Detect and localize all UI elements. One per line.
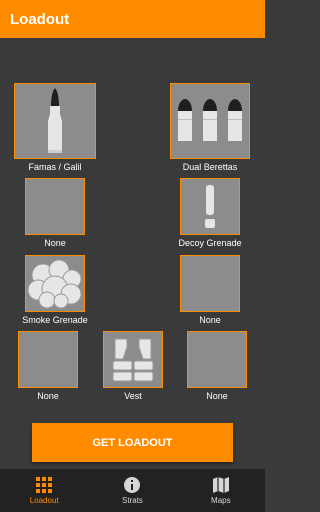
info-icon bbox=[124, 477, 141, 493]
slot-gear-1[interactable]: None bbox=[25, 178, 85, 248]
slot-gear-4[interactable]: None bbox=[180, 255, 240, 325]
slot-armor-label: Vest bbox=[124, 391, 142, 401]
slot-armor-box[interactable] bbox=[103, 331, 163, 388]
slot-gear-4-label: None bbox=[199, 315, 221, 325]
pistol-bullets-icon bbox=[178, 99, 242, 141]
slot-gear-6[interactable]: None bbox=[187, 331, 247, 401]
smoke-cloud-icon bbox=[27, 259, 82, 308]
slot-gear-3-box[interactable] bbox=[25, 255, 85, 312]
slot-gear-2-label: Decoy Grenade bbox=[178, 238, 242, 248]
nav-item-label: Strats bbox=[122, 496, 143, 505]
nav-item-strats[interactable]: Strats bbox=[88, 469, 176, 512]
slot-gear-5[interactable]: None bbox=[18, 331, 78, 401]
nav-item-maps[interactable]: Maps bbox=[177, 469, 265, 512]
slot-gear-3-label: Smoke Grenade bbox=[22, 315, 88, 325]
slot-gear-3[interactable]: Smoke Grenade bbox=[22, 255, 88, 325]
slot-secondary-box[interactable] bbox=[170, 83, 250, 159]
slot-primary-label: Famas / Galil bbox=[28, 162, 82, 172]
slot-gear-6-label: None bbox=[206, 391, 228, 401]
get-loadout-button[interactable]: GET LOADOUT bbox=[32, 423, 233, 462]
slot-gear-4-box[interactable] bbox=[180, 255, 240, 312]
decoy-grenade-icon bbox=[205, 184, 215, 228]
nav-item-label: Maps bbox=[211, 496, 231, 505]
nav-item-loadout[interactable]: Loadout bbox=[0, 469, 88, 512]
slot-gear-2-box[interactable] bbox=[180, 178, 240, 235]
slot-secondary-label: Dual Berettas bbox=[182, 162, 238, 172]
page-title: Loadout bbox=[10, 10, 70, 28]
slot-gear-1-label: None bbox=[44, 238, 66, 248]
vest-icon bbox=[112, 338, 154, 381]
slot-gear-5-box[interactable] bbox=[18, 331, 78, 388]
slot-gear-6-box[interactable] bbox=[187, 331, 247, 388]
slot-gear-1-box[interactable] bbox=[25, 178, 85, 235]
slot-secondary[interactable]: Dual Berettas bbox=[170, 83, 250, 172]
slot-primary[interactable]: Famas / Galil bbox=[14, 83, 96, 172]
grid-icon bbox=[36, 477, 53, 493]
slot-gear-5-label: None bbox=[37, 391, 59, 401]
nav-item-label: Loadout bbox=[29, 496, 59, 505]
slot-gear-2[interactable]: Decoy Grenade bbox=[174, 178, 246, 248]
slot-primary-box[interactable] bbox=[14, 83, 96, 159]
app-bar: Loadout bbox=[0, 0, 265, 38]
rifle-bullet-icon bbox=[48, 88, 62, 153]
slot-armor[interactable]: Vest bbox=[103, 331, 163, 401]
bottom-nav: Loadout Strats Maps bbox=[0, 469, 265, 512]
map-icon bbox=[212, 477, 229, 493]
